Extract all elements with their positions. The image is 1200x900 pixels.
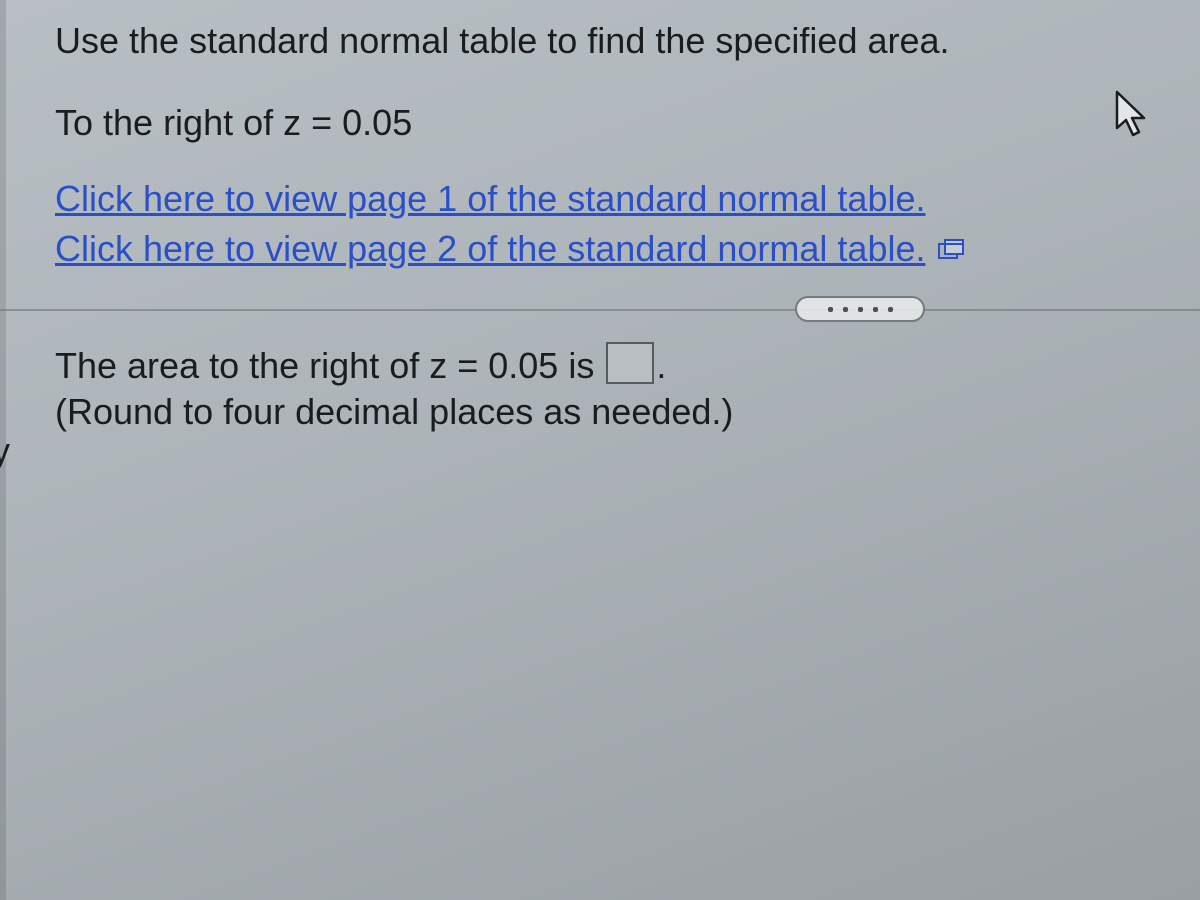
divider-line <box>0 309 1200 311</box>
dot-icon <box>888 307 893 312</box>
link-table-page-1[interactable]: Click here to view page 1 of the standar… <box>55 178 926 219</box>
section-divider <box>55 296 1160 324</box>
expand-collapse-pill[interactable] <box>795 296 925 322</box>
answer-sentence: The area to the right of z = 0.05 is . <box>55 342 1160 387</box>
answer-prefix: The area to the right of z = 0.05 is <box>55 345 604 386</box>
question-condition: To the right of z = 0.05 <box>55 102 1160 144</box>
answer-input-box[interactable] <box>606 342 654 384</box>
dot-icon <box>873 307 878 312</box>
question-prompt: Use the standard normal table to find th… <box>55 20 1160 62</box>
link-table-page-2[interactable]: Click here to view page 2 of the standar… <box>55 228 926 269</box>
answer-suffix: . <box>656 345 666 386</box>
rounding-hint: (Round to four decimal places as needed.… <box>55 391 1160 433</box>
dot-icon <box>843 307 848 312</box>
question-page: Use the standard normal table to find th… <box>0 0 1200 900</box>
reference-links: Click here to view page 1 of the standar… <box>55 178 1160 278</box>
dot-icon <box>828 307 833 312</box>
dot-icon <box>858 307 863 312</box>
popup-window-icon <box>938 236 964 278</box>
mouse-cursor-icon <box>1113 90 1155 145</box>
